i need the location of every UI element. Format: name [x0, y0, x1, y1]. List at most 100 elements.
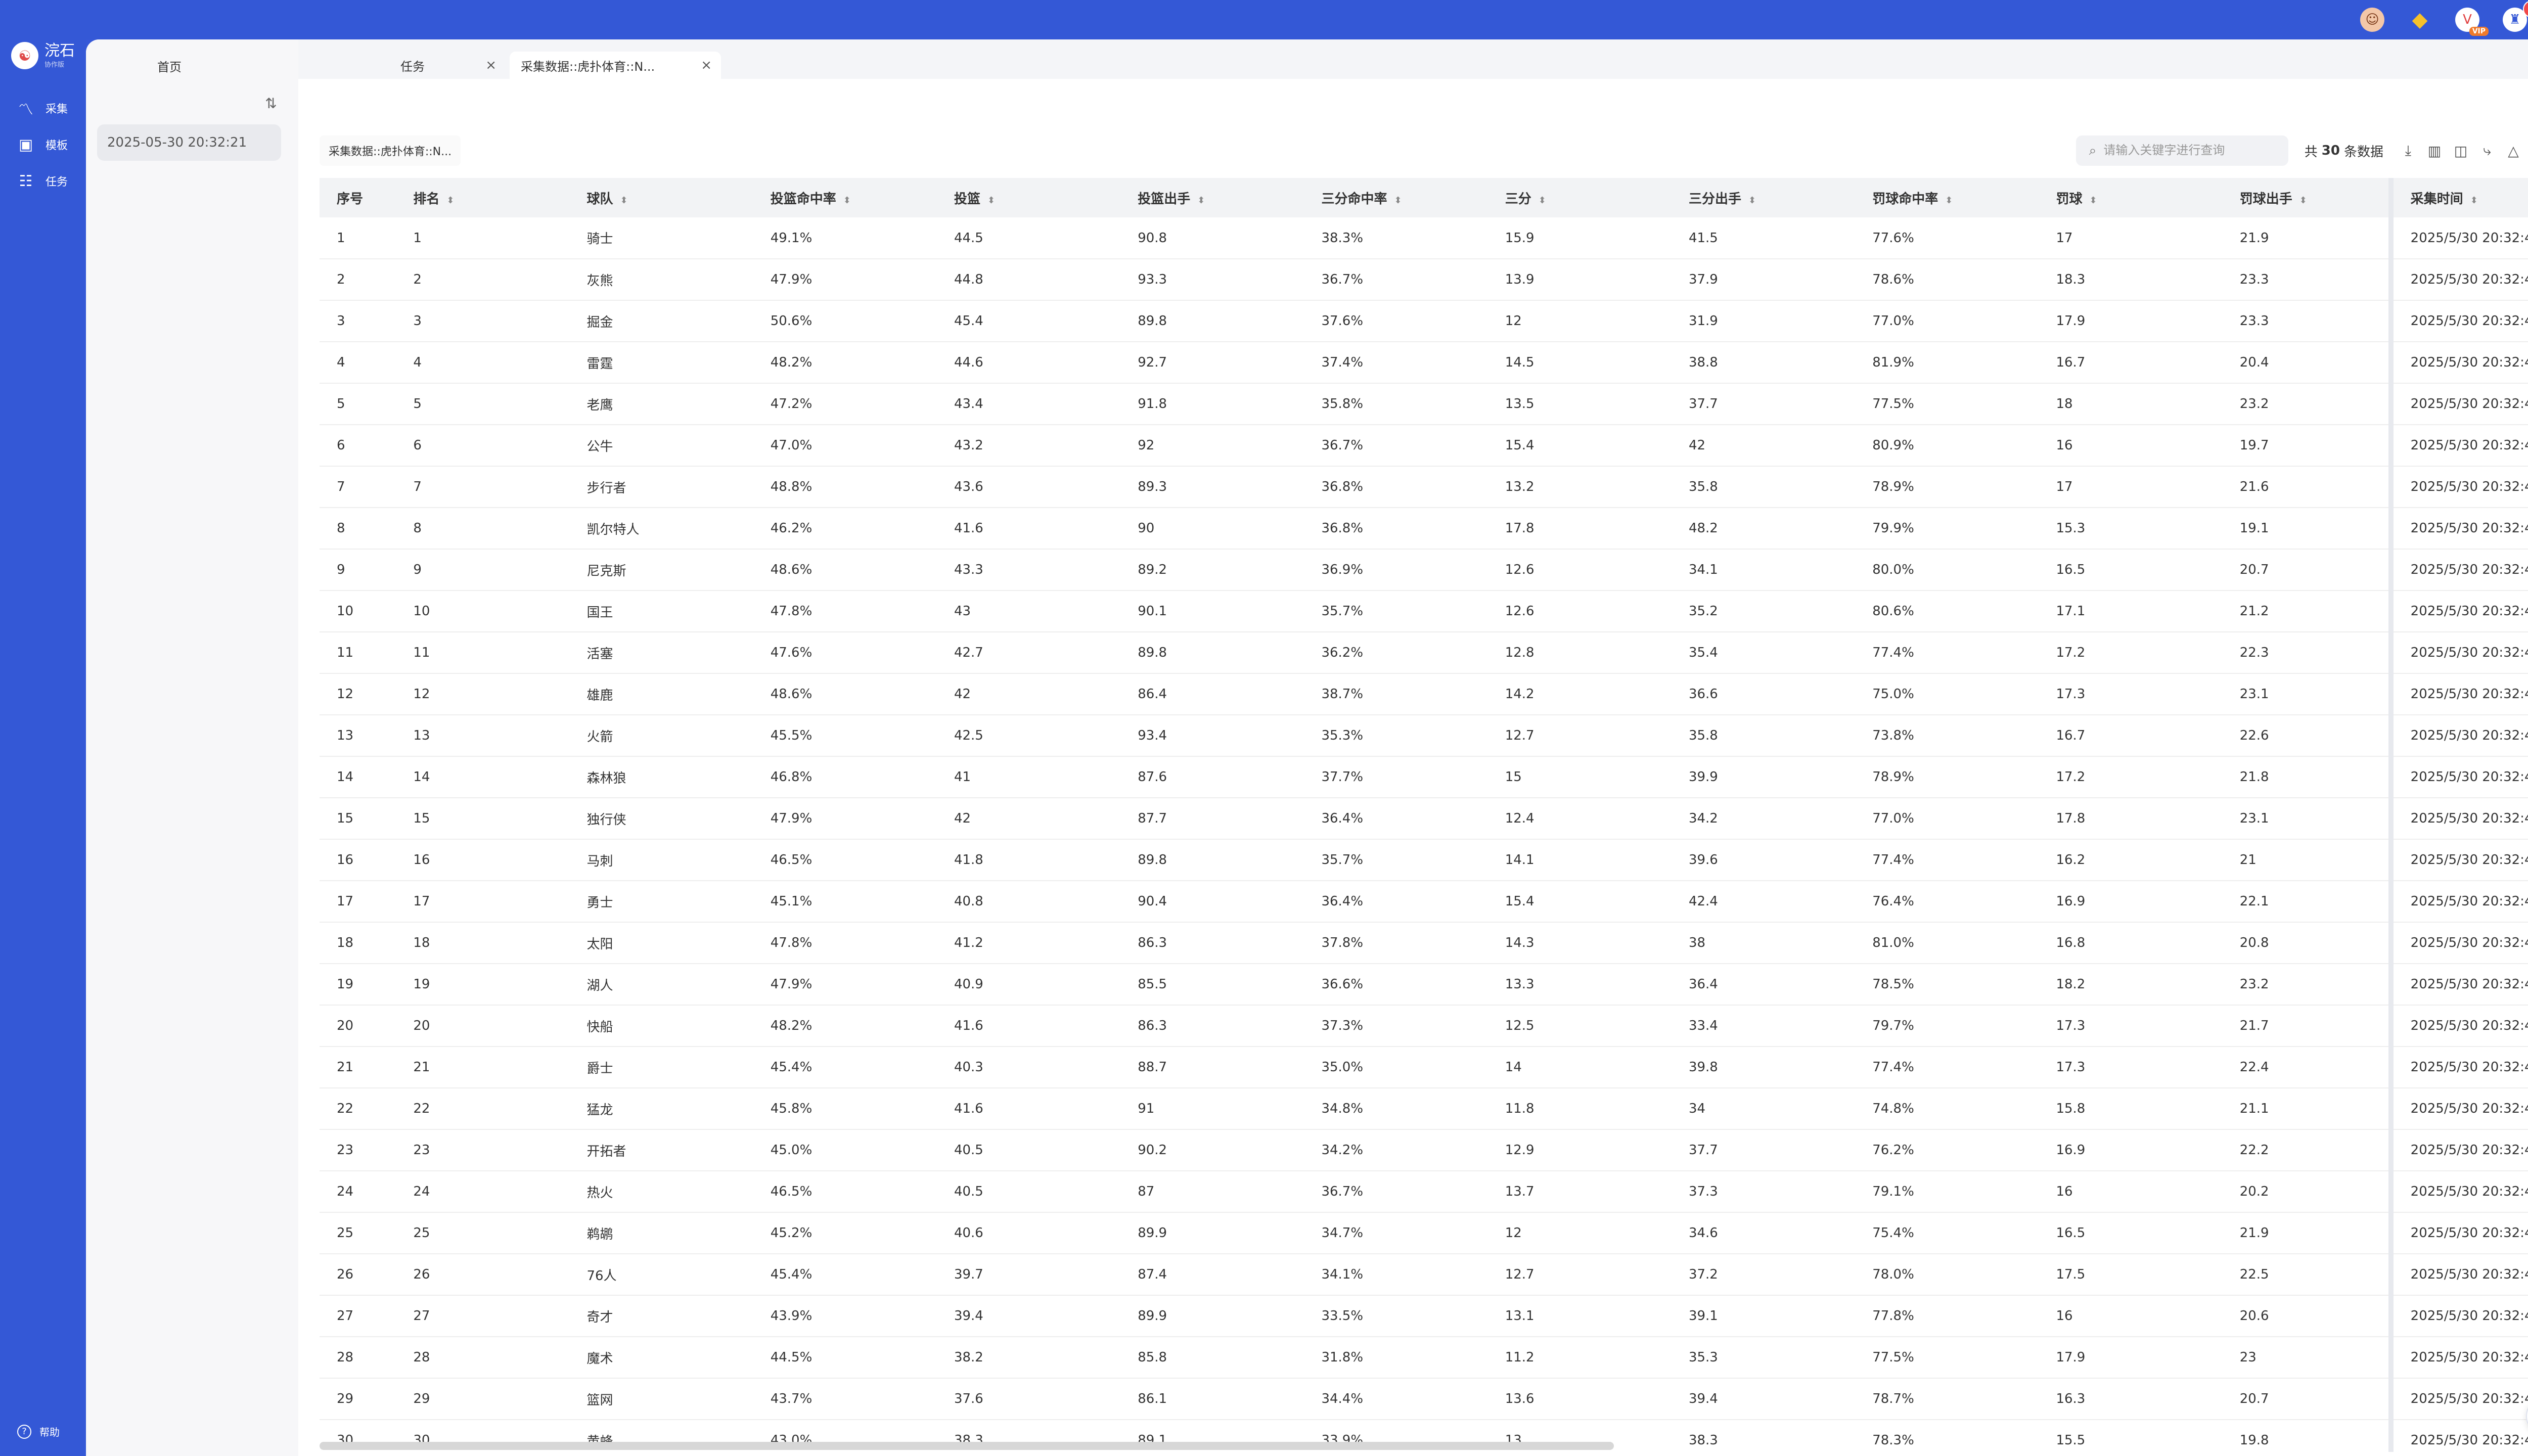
table-row[interactable]: 18 18 太阳 47.8% 41.2 86.3 37.8% 14.3 38 81.0% 16.8 2… — [320, 922, 2528, 964]
table-row[interactable]: 23 23 开拓者 45.0% 40.5 90.2 34.2% 12.9 37.7 76.2% 16… — [320, 1129, 2528, 1171]
sort-toggle-icon[interactable]: ⇅ — [261, 93, 281, 113]
table-row[interactable]: 27 27 奇才 43.9% 39.4 89.9 33.5% 13.1 39.1 77.8% 16 2… — [320, 1295, 2528, 1337]
table-row[interactable]: 22 22 猛龙 45.8% 41.6 91 34.8% 11.8 34 74.8% 15.8 21.… — [320, 1088, 2528, 1130]
image-icon[interactable]: ◫ — [2452, 142, 2469, 159]
column-header[interactable]: 投篮 ⬍ — [936, 178, 1121, 217]
notification-icon[interactable]: ♜1 — [2503, 1, 2528, 32]
table-row[interactable]: 9 9 尼克斯 48.6% 43.3 89.2 36.9% 12.6 34.1 80.0% 16.5… — [320, 549, 2528, 591]
sort-icon[interactable]: ⬍ — [1748, 195, 1756, 206]
run-date-item[interactable]: 2025-05-30 20:32:21 — [97, 124, 281, 161]
table-cell: 73.8% — [1855, 715, 2039, 757]
table-cell: 22.5 — [2222, 1254, 2391, 1296]
column-header[interactable]: 采集时间 ⬍ — [2388, 178, 2528, 217]
table-row[interactable]: 1 1 骑士 49.1% 44.5 90.8 38.3% 15.9 41.5 77.6% 17 21.… — [320, 217, 2528, 259]
table-cell: 火箭 — [569, 715, 753, 757]
table-row[interactable]: 17 17 勇士 45.1% 40.8 90.4 36.4% 15.4 42.4 76.4% 16.… — [320, 881, 2528, 923]
table-row[interactable]: 5 5 老鹰 47.2% 43.4 91.8 35.8% 13.5 37.7 77.5% 18 23.… — [320, 383, 2528, 425]
table-cell: 15.8 — [2039, 1088, 2223, 1130]
sort-icon[interactable]: ⬍ — [2089, 195, 2097, 206]
column-header[interactable]: 球队 ⬍ — [569, 178, 753, 217]
table-cell: 35.0% — [1304, 1046, 1488, 1088]
table-row[interactable]: 19 19 湖人 47.9% 40.9 85.5 36.6% 13.3 36.4 78.5% 18.… — [320, 964, 2528, 1006]
column-header[interactable]: 罚球命中率 ⬍ — [1855, 178, 2039, 217]
table-cell: 38.3 — [1671, 1420, 1856, 1452]
tab-task[interactable]: 任务 × — [389, 52, 506, 79]
sort-icon[interactable]: ⬍ — [2470, 195, 2478, 206]
table-row[interactable]: 15 15 独行侠 47.9% 42 87.7 36.4% 12.4 34.2 77.0% 17.8… — [320, 798, 2528, 840]
column-header[interactable]: 序号 — [320, 178, 396, 217]
column-header[interactable]: 投篮出手 ⬍ — [1120, 178, 1304, 217]
brand[interactable]: ☯ 浣石 协作版 — [11, 37, 75, 74]
table-row[interactable]: 21 21 爵士 45.4% 40.3 88.7 35.0% 14 39.8 77.4% 17.3 2… — [320, 1046, 2528, 1088]
table-row[interactable]: 29 29 篮网 43.7% 37.6 86.1 34.4% 13.6 39.4 78.7% 16.… — [320, 1378, 2528, 1420]
sort-icon[interactable]: ⬍ — [2299, 195, 2307, 206]
table-row[interactable]: 8 8 凯尔特人 46.2% 41.6 90 36.8% 17.8 48.2 79.9% 15.3 1… — [320, 508, 2528, 550]
table-cell: 10 — [320, 590, 396, 632]
table-row[interactable]: 11 11 活塞 47.6% 42.7 89.8 36.2% 12.8 35.4 77.4% 17.… — [320, 632, 2528, 674]
table-cell: 77.6% — [1855, 217, 2039, 259]
horizontal-scrollbar[interactable] — [320, 1442, 1614, 1450]
sort-icon[interactable]: ⬍ — [987, 195, 995, 206]
table-row[interactable]: 4 4 雷霆 48.2% 44.6 92.7 37.4% 14.5 38.8 81.9% 16.7 2… — [320, 342, 2528, 384]
close-icon[interactable]: × — [485, 58, 496, 73]
share-icon[interactable]: ⤷ — [2478, 142, 2496, 159]
tab-data-view[interactable]: 采集数据::虎扑体育::N... × — [510, 52, 721, 79]
table-cell: 81.0% — [1855, 922, 2039, 964]
sort-icon[interactable]: ⬍ — [1394, 195, 1402, 206]
column-header[interactable]: 投篮命中率 ⬍ — [753, 178, 937, 217]
column-header[interactable]: 三分 ⬍ — [1487, 178, 1672, 217]
table-cell: 5 — [396, 383, 570, 425]
table-cell: 2 — [320, 259, 396, 301]
warning-icon[interactable]: △ — [2505, 142, 2522, 159]
table-row[interactable]: 7 7 步行者 48.8% 43.6 89.3 36.8% 13.2 35.8 78.9% 17 21… — [320, 466, 2528, 508]
sort-icon[interactable]: ⬍ — [1197, 195, 1205, 206]
sort-icon[interactable]: ⬍ — [843, 195, 851, 206]
table-row[interactable]: 24 24 热火 46.5% 40.5 87 36.7% 13.7 37.3 79.1% 16 20.… — [320, 1171, 2528, 1213]
sort-icon[interactable]: ⬍ — [1945, 195, 1953, 206]
table-row[interactable]: 20 20 快船 48.2% 41.6 86.3 37.3% 12.5 33.4 79.7% 17.… — [320, 1005, 2528, 1047]
table-row[interactable]: 6 6 公牛 47.0% 43.2 92 36.7% 15.4 42 80.9% 16 19.7 202… — [320, 425, 2528, 467]
table-row[interactable]: 14 14 森林狼 46.8% 41 87.6 37.7% 15 39.9 78.9% 17.2 21… — [320, 756, 2528, 798]
table-cell: 33.5% — [1304, 1295, 1488, 1337]
table-cell: 公牛 — [569, 425, 753, 467]
table-cell: 80.0% — [1855, 549, 2039, 591]
table-row[interactable]: 16 16 马刺 46.5% 41.8 89.8 35.7% 14.1 39.6 77.4% 16.… — [320, 839, 2528, 881]
diamond-icon[interactable]: ◆ — [2408, 8, 2432, 32]
table-row[interactable]: 12 12 雄鹿 48.6% 42 86.4 38.7% 14.2 36.6 75.0% 17.3 2… — [320, 673, 2528, 715]
column-header[interactable]: 三分出手 ⬍ — [1671, 178, 1856, 217]
column-header[interactable]: 罚球出手 ⬍ — [2222, 178, 2391, 217]
vip-icon[interactable]: V VIP — [2455, 8, 2489, 36]
table-row[interactable]: 3 3 掘金 50.6% 45.4 89.8 37.6% 12 31.9 77.0% 17.9 23.… — [320, 300, 2528, 342]
help-button[interactable]: ? 帮助 — [17, 1424, 60, 1439]
download-icon[interactable]: ⤓ — [2400, 142, 2417, 159]
data-source-chip[interactable]: 采集数据::虎扑体育::N... — [320, 135, 461, 166]
table-cell: 45.2% — [753, 1212, 937, 1254]
column-header[interactable]: 三分命中率 ⬍ — [1304, 178, 1488, 217]
sort-icon[interactable]: ⬍ — [1539, 195, 1546, 206]
tab-home[interactable]: 首页 — [86, 52, 253, 80]
column-header[interactable]: 罚球 ⬍ — [2039, 178, 2223, 217]
search-input[interactable] — [2103, 144, 2271, 158]
table-cell: 17 — [320, 881, 396, 923]
table-cell: 89.2 — [1120, 549, 1304, 591]
table-row[interactable]: 2 2 灰熊 47.9% 44.8 93.3 36.7% 13.9 37.9 78.6% 18.3 2… — [320, 259, 2528, 301]
table-row[interactable]: 28 28 魔术 44.5% 38.2 85.8 31.8% 11.2 35.3 77.5% 17.… — [320, 1337, 2528, 1379]
brand-logo-icon: ☯ — [11, 42, 38, 69]
close-icon[interactable]: × — [701, 58, 712, 73]
table-row[interactable]: 26 26 76人 45.4% 39.7 87.4 34.1% 12.7 37.2 78.0% 17… — [320, 1254, 2528, 1296]
sidebar-item-tasks[interactable]: ☷ 任务 — [0, 163, 86, 199]
sidebar-item-templates[interactable]: ▣ 模板 — [0, 126, 86, 163]
search-box[interactable]: ⌕ — [2075, 135, 2288, 166]
table-row[interactable]: 10 10 国王 47.8% 43 90.1 35.7% 12.6 35.2 80.6% 17.1 2… — [320, 590, 2528, 632]
table-cell: 马刺 — [569, 839, 753, 881]
sort-icon[interactable]: ⬍ — [620, 195, 627, 206]
table-row[interactable]: 25 25 鹈鹕 45.2% 40.6 89.9 34.7% 12 34.6 75.4% 16.5 2… — [320, 1212, 2528, 1254]
sort-icon[interactable]: ⬍ — [446, 195, 454, 206]
user-avatar-icon[interactable]: ☺ — [2360, 8, 2384, 32]
table-cell: 35.7% — [1304, 839, 1488, 881]
sidebar-item-collect[interactable]: 〽采集 — [0, 90, 86, 126]
table-cell: 9 — [396, 549, 570, 591]
column-header[interactable]: 排名 ⬍ — [396, 178, 570, 217]
bar-chart-icon[interactable]: ▥ — [2426, 142, 2443, 159]
table-row[interactable]: 13 13 火箭 45.5% 42.5 93.4 35.3% 12.7 35.8 73.8% 16.… — [320, 715, 2528, 757]
